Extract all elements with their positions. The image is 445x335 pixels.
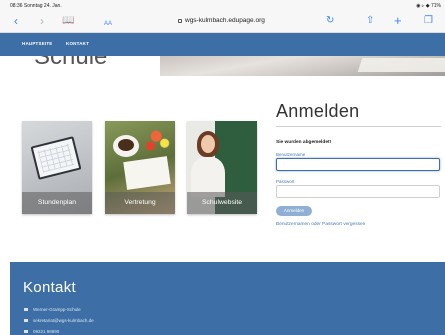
logout-message: Sie wurden abgemeldet! bbox=[276, 140, 332, 145]
share-icon[interactable]: ⇧ bbox=[366, 14, 374, 28]
status-system-icons: ◉ ▹ ◆ 71% bbox=[416, 3, 441, 9]
status-datetime: 08:36 Sonntag 24. Jan. bbox=[10, 3, 62, 9]
footer-phone-text[interactable]: 09221 98890 bbox=[33, 329, 59, 334]
new-tab-plus-icon[interactable]: + bbox=[394, 14, 402, 28]
footer-contact: Kontakt Werner-Grampp-Schule sekretariat… bbox=[10, 262, 445, 335]
browser-toolbar: ‹ › 📖 AA wgs-kulmbach.edupage.org ↻ ⇧ + … bbox=[0, 11, 445, 33]
back-chevron-icon[interactable]: ‹ bbox=[14, 14, 18, 28]
address-bar[interactable]: wgs-kulmbach.edupage.org bbox=[178, 17, 265, 24]
status-time: 08:36 bbox=[10, 3, 23, 9]
footer-school-name: Werner-Grampp-Schule bbox=[24, 307, 81, 312]
username-field[interactable] bbox=[276, 158, 440, 171]
hero-title: Schule bbox=[34, 56, 108, 70]
tile-vertretung[interactable]: Vertretung bbox=[105, 121, 175, 214]
tabs-overview-icon[interactable]: ❐ bbox=[424, 14, 433, 28]
hero-paper-shape bbox=[357, 58, 445, 72]
footer-phone[interactable]: 09221 98890 bbox=[24, 329, 59, 334]
nav-item-kontakt[interactable]: KONTAKT bbox=[66, 41, 89, 46]
paper-image bbox=[123, 156, 171, 190]
reload-icon[interactable]: ↻ bbox=[326, 14, 334, 28]
teacher-face-image bbox=[201, 135, 215, 153]
reader-aa-button[interactable]: AA bbox=[104, 17, 112, 31]
footer-school-text: Werner-Grampp-Schule bbox=[33, 307, 81, 312]
divider bbox=[276, 126, 441, 127]
hero-banner: Schule bbox=[0, 56, 445, 76]
url-text: wgs-kulmbach.edupage.org bbox=[185, 17, 265, 24]
forward-chevron-icon[interactable]: › bbox=[40, 14, 44, 28]
mail-icon bbox=[24, 319, 28, 322]
status-date: Sonntag 24. Jan. bbox=[23, 3, 62, 9]
login-button[interactable]: Anmelden bbox=[276, 206, 312, 216]
calendar-grid bbox=[37, 143, 75, 173]
flowers-image bbox=[145, 125, 173, 153]
tile-label: Schulwebsite bbox=[187, 192, 257, 214]
nav-item-hauptseite[interactable]: HAUPTSEITE bbox=[22, 41, 53, 46]
tile-schulwebsite[interactable]: Schulwebsite bbox=[187, 121, 257, 214]
username-label: Benutzername bbox=[276, 152, 306, 157]
password-field[interactable] bbox=[276, 185, 440, 198]
building-icon bbox=[24, 308, 28, 311]
phone-icon bbox=[24, 330, 28, 333]
hero-image bbox=[160, 56, 445, 76]
site-nav-bar: HAUPTSEITE KONTAKT bbox=[0, 33, 445, 56]
tile-label: Vertretung bbox=[105, 192, 175, 214]
login-title: Anmelden bbox=[276, 101, 360, 121]
password-label: Passwort bbox=[276, 179, 295, 184]
tile-label: Stundenplan bbox=[22, 192, 92, 214]
coffee-image bbox=[118, 139, 134, 151]
footer-email[interactable]: sekretariat@wgs-kulmbach.de bbox=[24, 318, 94, 323]
bookmarks-book-icon[interactable]: 📖 bbox=[62, 14, 74, 28]
tile-stundenplan[interactable]: Stundenplan bbox=[22, 121, 92, 214]
status-bar: 08:36 Sonntag 24. Jan. ◉ ▹ ◆ 71% bbox=[0, 0, 445, 11]
forgot-credentials-link[interactable]: Benutzernamen oder Passwort vergessen bbox=[276, 222, 365, 227]
footer-email-text[interactable]: sekretariat@wgs-kulmbach.de bbox=[33, 318, 94, 323]
tablet-calendar-image bbox=[30, 136, 82, 180]
teacher-body-image bbox=[191, 157, 225, 197]
lock-icon bbox=[178, 19, 182, 23]
footer-title: Kontakt bbox=[23, 279, 76, 296]
